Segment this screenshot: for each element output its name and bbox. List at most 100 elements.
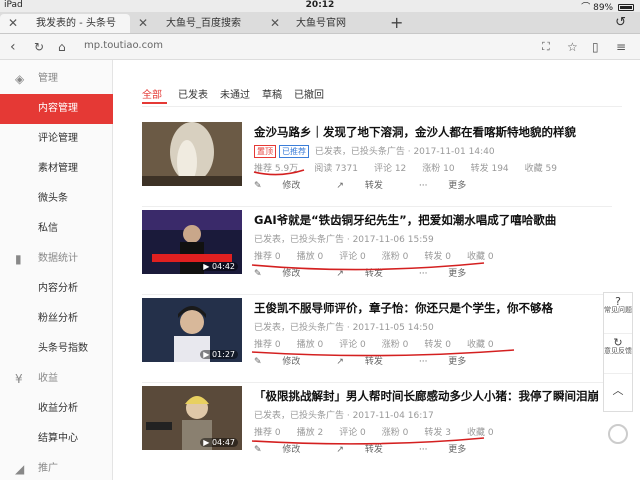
sidebar-item-settlement[interactable]: 结算中心 xyxy=(0,424,113,454)
article-title[interactable]: 「极限挑战解封」男人帮时间长廊感动多少人小猪：我停了瞬间泪崩 xyxy=(254,388,614,404)
assistive-touch-icon[interactable] xyxy=(608,424,628,444)
tab-toutiao[interactable]: ✕ 我发表的 - 头条号 xyxy=(0,14,130,33)
sidebar-heading-promote: ◢ 推广 xyxy=(0,454,113,480)
stat-recommend: 推荐 0 xyxy=(254,252,281,262)
edit-button[interactable]: ✎ 修改 xyxy=(254,269,318,279)
duration-label: 04:42 xyxy=(211,262,235,271)
sidebar-item-weitoutiao[interactable]: 微头条 xyxy=(0,184,113,214)
video-duration: ▶ 04:42 xyxy=(200,262,238,271)
cave-thumbnail-image xyxy=(142,122,242,186)
sidebar-item-content[interactable]: 内容管理 xyxy=(0,94,113,124)
stat-recommend: 推荐 0 xyxy=(254,428,281,438)
edit-label: 修改 xyxy=(282,269,301,279)
article-status: 已发表，已投头条广告 · 2017-11-04 16:17 xyxy=(254,411,434,421)
sidebar-heading-label: 推广 xyxy=(38,463,58,474)
bookmark-star-icon[interactable]: ☆ xyxy=(567,37,578,57)
article-title[interactable]: 王俊凯不服导师评价，章子怡：你还只是个学生，你不够格 xyxy=(254,300,614,316)
stat-fans: 涨粉 10 xyxy=(422,164,455,174)
close-icon[interactable]: ✕ xyxy=(138,14,148,33)
divider xyxy=(142,294,612,295)
more-button[interactable]: ··· 更多 xyxy=(419,357,484,367)
more-button[interactable]: ··· 更多 xyxy=(419,269,484,279)
filter-tab-published[interactable]: 已发表 xyxy=(178,86,208,101)
faq-button[interactable]: ? 常见问题 xyxy=(604,293,632,331)
filter-tab-drafts[interactable]: 草稿 xyxy=(262,86,282,101)
edit-button[interactable]: ✎ 修改 xyxy=(254,357,318,367)
sidebar-item-income-analysis[interactable]: 收益分析 xyxy=(0,394,113,424)
more-icon: ··· xyxy=(418,445,431,455)
tab-baidu[interactable]: ✕ 大鱼号_百度搜索 xyxy=(130,14,260,33)
article-title[interactable]: 金沙马路乡｜发现了地下溶洞，金沙人都在看喀斯特地貌的样貌 xyxy=(254,124,614,140)
duration-label: 01:27 xyxy=(211,350,235,359)
floating-helper-panel: ? 常见问题 ↻ 意见反馈 ︿ xyxy=(603,292,633,412)
article-thumbnail[interactable]: ▶ 04:42 xyxy=(142,210,242,274)
battery-icon xyxy=(618,4,634,11)
article-stats: 推荐 0 播放 0 评论 0 涨粉 0 转发 0 收藏 0 xyxy=(254,337,510,350)
sidebar: ◈ 管理 内容管理 评论管理 素材管理 微头条 私信 ▮ 数据统计 内容分析 粉… xyxy=(0,60,113,480)
tab-dayu[interactable]: ✕ 大鱼号官网 xyxy=(262,14,387,33)
sidebar-item-materials[interactable]: 素材管理 xyxy=(0,154,113,184)
sidebar-item-fans-analysis[interactable]: 粉丝分析 xyxy=(0,304,113,334)
share-button[interactable]: ↗ 转发 xyxy=(336,181,400,191)
back-icon[interactable]: ‹ xyxy=(10,37,16,57)
stat-share: 转发 3 xyxy=(424,428,451,438)
more-icon: ··· xyxy=(418,181,431,191)
sidebar-item-content-analysis[interactable]: 内容分析 xyxy=(0,274,113,304)
article-meta: 置顶 已推荐 已发表，已投头条广告 · 2017-11-01 14:40 xyxy=(254,144,495,158)
reader-icon[interactable]: ▯ xyxy=(592,37,599,57)
recommended-badge: 已推荐 xyxy=(279,145,309,158)
share-button[interactable]: ↗ 转发 xyxy=(336,357,400,367)
article-thumbnail[interactable]: ▶ 04:47 xyxy=(142,386,242,450)
stat-comment: 评论 0 xyxy=(339,252,366,262)
stat-fans: 涨粉 0 xyxy=(381,252,409,262)
sidebar-item-comments[interactable]: 评论管理 xyxy=(0,124,113,154)
edit-button[interactable]: ✎ 修改 xyxy=(254,445,318,455)
article-row[interactable]: 金沙马路乡｜发现了地下溶洞，金沙人都在看喀斯特地貌的样貌 置顶 已推荐 已发表，已… xyxy=(142,122,612,212)
filter-tab-rejected[interactable]: 未通过 xyxy=(220,86,250,101)
url-field[interactable]: mp.toutiao.com xyxy=(84,40,163,51)
share-button[interactable]: ↗ 转发 xyxy=(336,269,400,279)
filter-tab-withdrawn[interactable]: 已撤回 xyxy=(294,86,324,101)
article-row[interactable]: ▶ 01:27 王俊凯不服导师评价，章子怡：你还只是个学生，你不够格 已发表，已… xyxy=(142,298,612,388)
more-label: 更多 xyxy=(448,269,467,279)
more-button[interactable]: ··· 更多 xyxy=(419,181,484,191)
divider xyxy=(142,206,612,207)
more-button[interactable]: ··· 更多 xyxy=(419,445,484,455)
home-icon[interactable]: ⌂ xyxy=(58,37,66,57)
share-label: 转发 xyxy=(364,445,383,455)
article-status: 已发表，已投头条广告 · 2017-11-01 14:40 xyxy=(314,147,495,157)
article-thumbnail[interactable] xyxy=(142,122,242,186)
article-title[interactable]: GAI爷就是“铁齿铜牙纪先生”，把爱如潮水唱成了嘻哈歌曲 xyxy=(254,212,614,228)
sidebar-item-messages[interactable]: 私信 xyxy=(0,214,113,244)
article-row[interactable]: ▶ 04:42 GAI爷就是“铁齿铜牙纪先生”，把爱如潮水唱成了嘻哈歌曲 已发表… xyxy=(142,210,612,300)
close-icon[interactable]: ✕ xyxy=(270,14,280,33)
chevron-up-icon: ︿ xyxy=(612,384,624,397)
undo-tab-icon[interactable]: ↺ xyxy=(615,12,626,34)
filter-tab-all[interactable]: 全部 xyxy=(142,86,162,101)
share-label: 转发 xyxy=(364,357,383,367)
back-to-top-button[interactable]: ︿ xyxy=(604,373,632,411)
more-label: 更多 xyxy=(448,357,467,367)
menu-icon[interactable]: ≡ xyxy=(616,37,626,57)
edit-label: 修改 xyxy=(282,181,301,191)
close-icon[interactable]: ✕ xyxy=(8,14,18,33)
edit-button[interactable]: ✎ 修改 xyxy=(254,181,318,191)
feedback-button[interactable]: ↻ 意见反馈 xyxy=(604,333,632,371)
status-bar: iPad 20:12 ⌒ 89% xyxy=(0,0,640,13)
article-row[interactable]: ▶ 04:47 「极限挑战解封」男人帮时间长廊感动多少人小猪：我停了瞬间泪崩 已… xyxy=(142,386,612,476)
sidebar-heading-manage: ◈ 管理 xyxy=(0,64,113,94)
tab-label: 我发表的 - 头条号 xyxy=(36,18,116,29)
new-tab-icon[interactable]: + xyxy=(390,12,403,34)
share-button[interactable]: ↗ 转发 xyxy=(336,445,400,455)
share-label: 转发 xyxy=(364,269,383,279)
stat-comment: 评论 0 xyxy=(339,428,366,438)
stat-favorite: 收藏 0 xyxy=(466,340,494,350)
scan-icon[interactable]: ⛶ xyxy=(542,37,550,57)
reload-icon[interactable]: ↻ xyxy=(34,37,44,57)
edit-label: 修改 xyxy=(282,445,301,455)
article-thumbnail[interactable]: ▶ 01:27 xyxy=(142,298,242,362)
article-stats: 推荐 0 播放 0 评论 0 涨粉 0 转发 0 收藏 0 xyxy=(254,249,510,262)
stat-share: 转发 0 xyxy=(424,340,451,350)
sidebar-item-index[interactable]: 头条号指数 xyxy=(0,334,113,364)
article-actions: ✎ 修改 ↗ 转发 ··· 更多 xyxy=(254,266,502,279)
